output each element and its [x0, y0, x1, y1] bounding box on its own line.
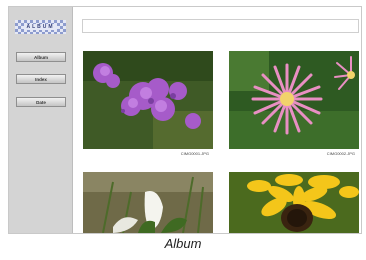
album-title-field[interactable] — [82, 19, 359, 33]
date-button[interactable]: Date — [16, 97, 66, 107]
sidebar: ALBUM Album Index Date — [9, 7, 73, 233]
photo-filename-1: CIMG0001.JPG — [180, 151, 209, 156]
photo-thumbnail-1[interactable] — [83, 51, 213, 149]
album-logo-text: ALBUM — [24, 24, 57, 30]
photo-thumbnail-3[interactable] — [83, 172, 213, 233]
photo-filename-2: CIMG0002.JPG — [326, 151, 355, 156]
album-button[interactable]: Album — [16, 52, 66, 62]
index-button[interactable]: Index — [16, 74, 66, 84]
photo-thumbnail-4[interactable] — [229, 172, 359, 233]
album-window: ALBUM Album Index Date CIMG0001.JPG CIMG… — [8, 6, 362, 234]
album-logo: ALBUM — [15, 20, 66, 34]
figure-caption: Album — [164, 236, 202, 251]
photo-thumbnail-2[interactable] — [229, 51, 359, 149]
